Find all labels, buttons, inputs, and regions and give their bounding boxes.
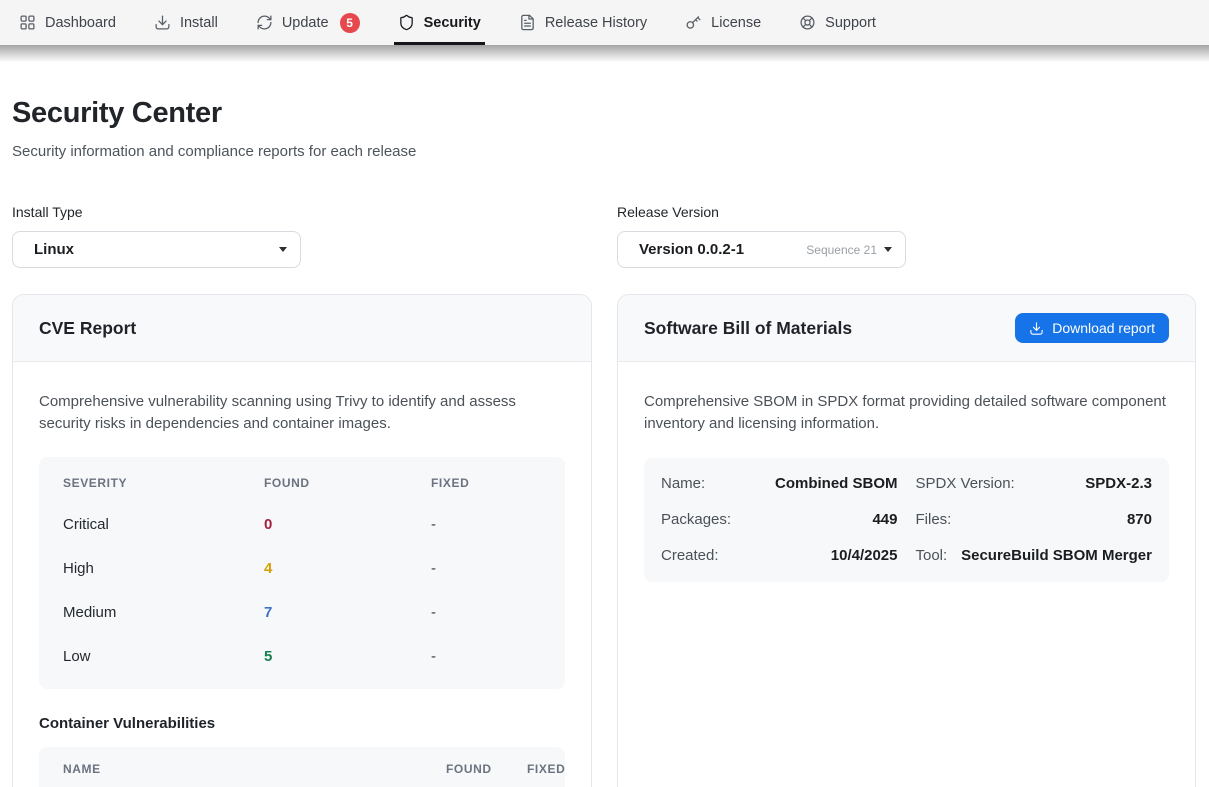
found-column-header: FOUND [264,476,431,490]
fixed-count: - [431,648,541,665]
nav-item-dashboard[interactable]: Dashboard [4,0,131,45]
life-buoy-icon [799,14,816,31]
install-type-value: Linux [34,241,74,258]
detail-value: SecureBuild SBOM Merger [961,547,1152,564]
nav-label: License [711,15,761,31]
sbom-detail-tool: Tool: SecureBuild SBOM Merger [916,538,1153,574]
release-version-value: Version 0.0.2-1 [639,241,744,258]
severity-name: Critical [63,516,264,533]
dashboard-grid-icon [19,14,36,31]
detail-label: SPDX Version: [916,475,1015,492]
download-report-label: Download report [1052,320,1155,336]
detail-label: Name: [661,475,705,492]
detail-label: Tool: [916,547,948,564]
table-row-high: High 4 - [39,547,565,591]
page-title: Security Center [12,97,1196,130]
update-count-badge: 5 [340,13,360,33]
found-count: 5 [264,648,431,665]
sbom-detail-created: Created: 10/4/2025 [661,538,898,574]
cve-report-card: CVE Report Comprehensive vulnerability s… [12,294,592,787]
nav-label: Dashboard [45,15,116,31]
nav-item-support[interactable]: Support [784,0,891,45]
sbom-detail-packages: Packages: 449 [661,502,898,538]
sbom-detail-spdx-version: SPDX Version: SPDX-2.3 [916,466,1153,502]
nav-item-release-history[interactable]: Release History [504,0,662,45]
release-version-filter: Release Version Version 0.0.2-1 Sequence… [617,204,1196,268]
cve-report-description: Comprehensive vulnerability scanning usi… [39,391,565,435]
severity-name: Low [63,648,264,665]
nav-label: Support [825,15,876,31]
release-version-select[interactable]: Version 0.0.2-1 Sequence 21 [617,231,906,268]
fixed-count: - [431,516,541,533]
sbom-card: Software Bill of Materials Download repo… [617,294,1196,787]
detail-label: Packages: [661,511,731,528]
detail-value: SPDX-2.3 [1085,475,1152,492]
file-text-icon [519,14,536,31]
nav-item-license[interactable]: License [670,0,776,45]
detail-label: Files: [916,511,952,528]
chevron-down-icon [279,247,287,252]
nav-shadow [0,45,1209,62]
detail-value: Combined SBOM [775,475,898,492]
sbom-title: Software Bill of Materials [644,318,852,339]
nav-label: Install [180,15,218,31]
fixed-count: - [431,560,541,577]
download-icon [1029,321,1044,336]
detail-value: 10/4/2025 [831,547,898,564]
severity-table-header: SEVERITY FOUND FIXED [39,463,565,503]
page-subtitle: Security information and compliance repo… [12,143,1196,160]
nav-label: Release History [545,15,647,31]
sbom-description: Comprehensive SBOM in SPDX format provid… [644,391,1169,435]
severity-table: SEVERITY FOUND FIXED Critical 0 - High 4… [39,457,565,689]
sbom-header: Software Bill of Materials Download repo… [618,295,1195,362]
found-count: 7 [264,604,431,621]
key-icon [685,14,702,31]
found-count: 4 [264,560,431,577]
nav-item-install[interactable]: Install [139,0,233,45]
refresh-icon [256,14,273,31]
container-vulnerabilities-title: Container Vulnerabilities [39,715,565,732]
install-type-filter: Install Type Linux [12,204,592,268]
detail-label: Created: [661,547,719,564]
nav-label: Security [424,15,481,31]
nav-label: Update [282,15,329,31]
container-vulnerabilities-table-header: NAME FOUND FIXED [39,747,565,787]
top-navigation: Dashboard Install Update 5 Security Rele… [0,0,1209,45]
install-type-label: Install Type [12,204,592,220]
sbom-details: Name: Combined SBOM SPDX Version: SPDX-2… [644,458,1169,582]
sbom-detail-name: Name: Combined SBOM [661,466,898,502]
severity-name: High [63,560,264,577]
found-column-header: FOUND [446,762,527,776]
fixed-column-header: FIXED [431,476,541,490]
shield-icon [398,14,415,31]
nav-item-security[interactable]: Security [383,0,496,45]
release-version-label: Release Version [617,204,1196,220]
detail-value: 870 [1127,511,1152,528]
severity-name: Medium [63,604,264,621]
cve-report-title: CVE Report [39,318,136,339]
fixed-column-header: FIXED [527,762,565,776]
severity-column-header: SEVERITY [63,476,264,490]
found-count: 0 [264,516,431,533]
detail-value: 449 [872,511,897,528]
download-icon [154,14,171,31]
fixed-count: - [431,604,541,621]
sbom-detail-files: Files: 870 [916,502,1153,538]
release-sequence-label: Sequence 21 [806,243,877,257]
nav-item-update[interactable]: Update 5 [241,0,375,45]
table-row-critical: Critical 0 - [39,503,565,547]
table-row-medium: Medium 7 - [39,591,565,635]
table-row-low: Low 5 - [39,635,565,679]
download-report-button[interactable]: Download report [1015,313,1169,343]
cve-report-header: CVE Report [13,295,591,362]
install-type-select[interactable]: Linux [12,231,301,268]
name-column-header: NAME [63,762,446,776]
chevron-down-icon [884,247,892,252]
